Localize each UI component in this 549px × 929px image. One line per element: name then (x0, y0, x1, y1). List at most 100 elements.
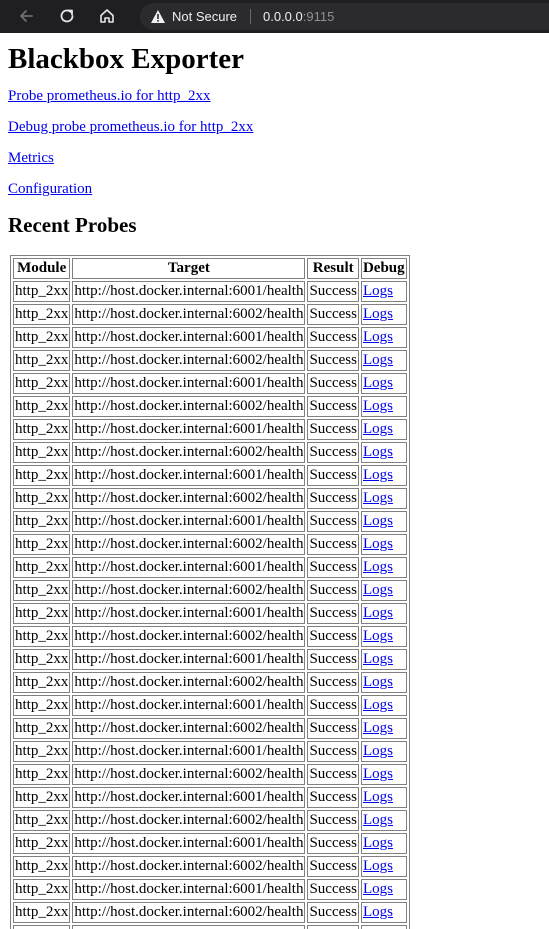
debug-probe-link[interactable]: Debug probe prometheus.io for http_2xx (8, 119, 253, 135)
table-row: http_2xx http://host.docker.internal:6002… (13, 810, 407, 831)
module-cell: http_2xx (13, 787, 71, 808)
table-row: http_2xx http://host.docker.internal:6002… (13, 488, 407, 509)
target-cell: http://host.docker.internal:6002/health (72, 304, 306, 325)
logs-link[interactable]: Logs (363, 329, 393, 345)
column-header-result: Result (307, 258, 359, 279)
target-cell: http://host.docker.internal:6001/health (72, 833, 306, 854)
debug-cell: Logs (360, 672, 407, 693)
result-cell: Success (307, 902, 359, 923)
logs-link[interactable]: Logs (363, 628, 393, 644)
logs-link[interactable]: Logs (363, 789, 393, 805)
page-content: Blackbox Exporter Probe prometheus.io fo… (0, 42, 549, 929)
page-title: Blackbox Exporter (8, 43, 245, 75)
debug-cell: Logs (360, 649, 407, 670)
target-cell: http://host.docker.internal:6002/health (72, 718, 306, 739)
debug-cell: Logs (360, 695, 407, 716)
url-port: :9115 (302, 9, 335, 24)
target-cell: http://host.docker.internal:6002/health (72, 442, 306, 463)
result-cell: Success (307, 810, 359, 831)
logs-link[interactable]: Logs (363, 605, 393, 621)
logs-link[interactable]: Logs (363, 536, 393, 552)
logs-link[interactable]: Logs (363, 283, 393, 299)
logs-link[interactable]: Logs (363, 467, 393, 483)
logs-link[interactable]: Logs (363, 904, 393, 920)
debug-cell: Logs (360, 833, 407, 854)
logs-link[interactable]: Logs (363, 720, 393, 736)
debug-cell: Logs (360, 718, 407, 739)
home-button[interactable] (96, 5, 118, 27)
logs-link[interactable]: Logs (363, 881, 393, 897)
target-cell: http://host.docker.internal:6002/health (72, 626, 306, 647)
logs-link[interactable]: Logs (363, 444, 393, 460)
target-cell: http://host.docker.internal:6002/health (72, 672, 306, 693)
table-row: http_2xx http://host.docker.internal:6002… (13, 396, 407, 417)
security-status-label[interactable]: Not Secure (172, 9, 237, 24)
logs-link[interactable]: Logs (363, 766, 393, 782)
logs-link[interactable]: Logs (363, 421, 393, 437)
logs-link[interactable]: Logs (363, 490, 393, 506)
module-cell: http_2xx (13, 534, 71, 555)
logs-link[interactable]: Logs (363, 306, 393, 322)
warning-triangle-icon (151, 10, 165, 23)
logs-link[interactable]: Logs (363, 513, 393, 529)
target-cell: http://host.docker.internal:6002/health (72, 396, 306, 417)
back-arrow-icon (20, 10, 33, 22)
table-row: http_2xx http://host.docker.internal:6002… (13, 442, 407, 463)
module-cell: http_2xx (13, 603, 71, 624)
table-row: http_2xxhttp://host.docker.internal:6001… (13, 603, 407, 624)
result-cell: Success (307, 511, 359, 532)
logs-link[interactable]: Logs (363, 352, 393, 368)
url-text[interactable]: 0.0.0.0:9115 (263, 9, 334, 24)
debug-cell: Logs (360, 787, 407, 808)
result-cell: Success (307, 603, 359, 624)
result-cell: Success (307, 488, 359, 509)
table-row: http_2xx http://host.docker.internal:6002… (13, 856, 407, 877)
module-cell: http_2xx (13, 327, 71, 348)
back-button[interactable] (15, 5, 37, 27)
browser-toolbar: Not Secure 0.0.0.0:9115 (0, 0, 549, 33)
debug-cell: Logs (360, 465, 407, 486)
debug-cell: Logs (360, 741, 407, 762)
debug-cell: Logs (360, 350, 407, 371)
result-cell: Success (307, 350, 359, 371)
target-cell: http://host.docker.internal:6001/health (72, 419, 306, 440)
target-cell: http://host.docker.internal:6001/health (72, 557, 306, 578)
logs-link[interactable]: Logs (363, 559, 393, 575)
logs-link[interactable]: Logs (363, 697, 393, 713)
result-cell: Success (307, 465, 359, 486)
module-cell: http_2xx (13, 833, 71, 854)
target-cell: http://host.docker.internal:6002/health (72, 810, 306, 831)
module-cell: http_2xx (13, 396, 71, 417)
table-row: http_2xxhttp://host.docker.internal:6001… (13, 281, 407, 302)
home-icon (100, 9, 114, 23)
logs-link[interactable]: Logs (363, 651, 393, 667)
module-cell: http_2xx (13, 626, 71, 647)
module-cell: http_2xx (13, 350, 71, 371)
result-cell: Success (307, 327, 359, 348)
logs-link[interactable]: Logs (363, 812, 393, 828)
module-cell: http_2xx (13, 580, 71, 601)
target-cell: http://host.docker.internal:6001/health (72, 649, 306, 670)
module-cell: http_2xx (13, 672, 71, 693)
debug-cell: Logs (360, 902, 407, 923)
logs-link[interactable]: Logs (363, 375, 393, 391)
reload-button[interactable] (56, 5, 78, 27)
debug-cell: Logs (360, 304, 407, 325)
logs-link[interactable]: Logs (363, 674, 393, 690)
logs-link[interactable]: Logs (363, 835, 393, 851)
module-cell: http_2xx (13, 557, 71, 578)
logs-link[interactable]: Logs (363, 582, 393, 598)
table-row: http_2xxhttp://host.docker.internal:6001… (13, 511, 407, 532)
logs-link[interactable]: Logs (363, 398, 393, 414)
target-cell: http://host.docker.internal:6001/health (72, 373, 306, 394)
result-cell: Success (307, 672, 359, 693)
target-cell: http://host.docker.internal:6001/health (72, 281, 306, 302)
target-cell: http://host.docker.internal:6001/health (72, 511, 306, 532)
url-host: 0.0.0.0 (263, 9, 303, 24)
logs-link[interactable]: Logs (363, 858, 393, 874)
probe-link[interactable]: Probe prometheus.io for http_2xx (8, 88, 210, 104)
configuration-link[interactable]: Configuration (8, 181, 92, 197)
metrics-link[interactable]: Metrics (8, 150, 54, 166)
address-bar[interactable]: Not Secure 0.0.0.0:9115 (140, 3, 549, 30)
logs-link[interactable]: Logs (363, 743, 393, 759)
